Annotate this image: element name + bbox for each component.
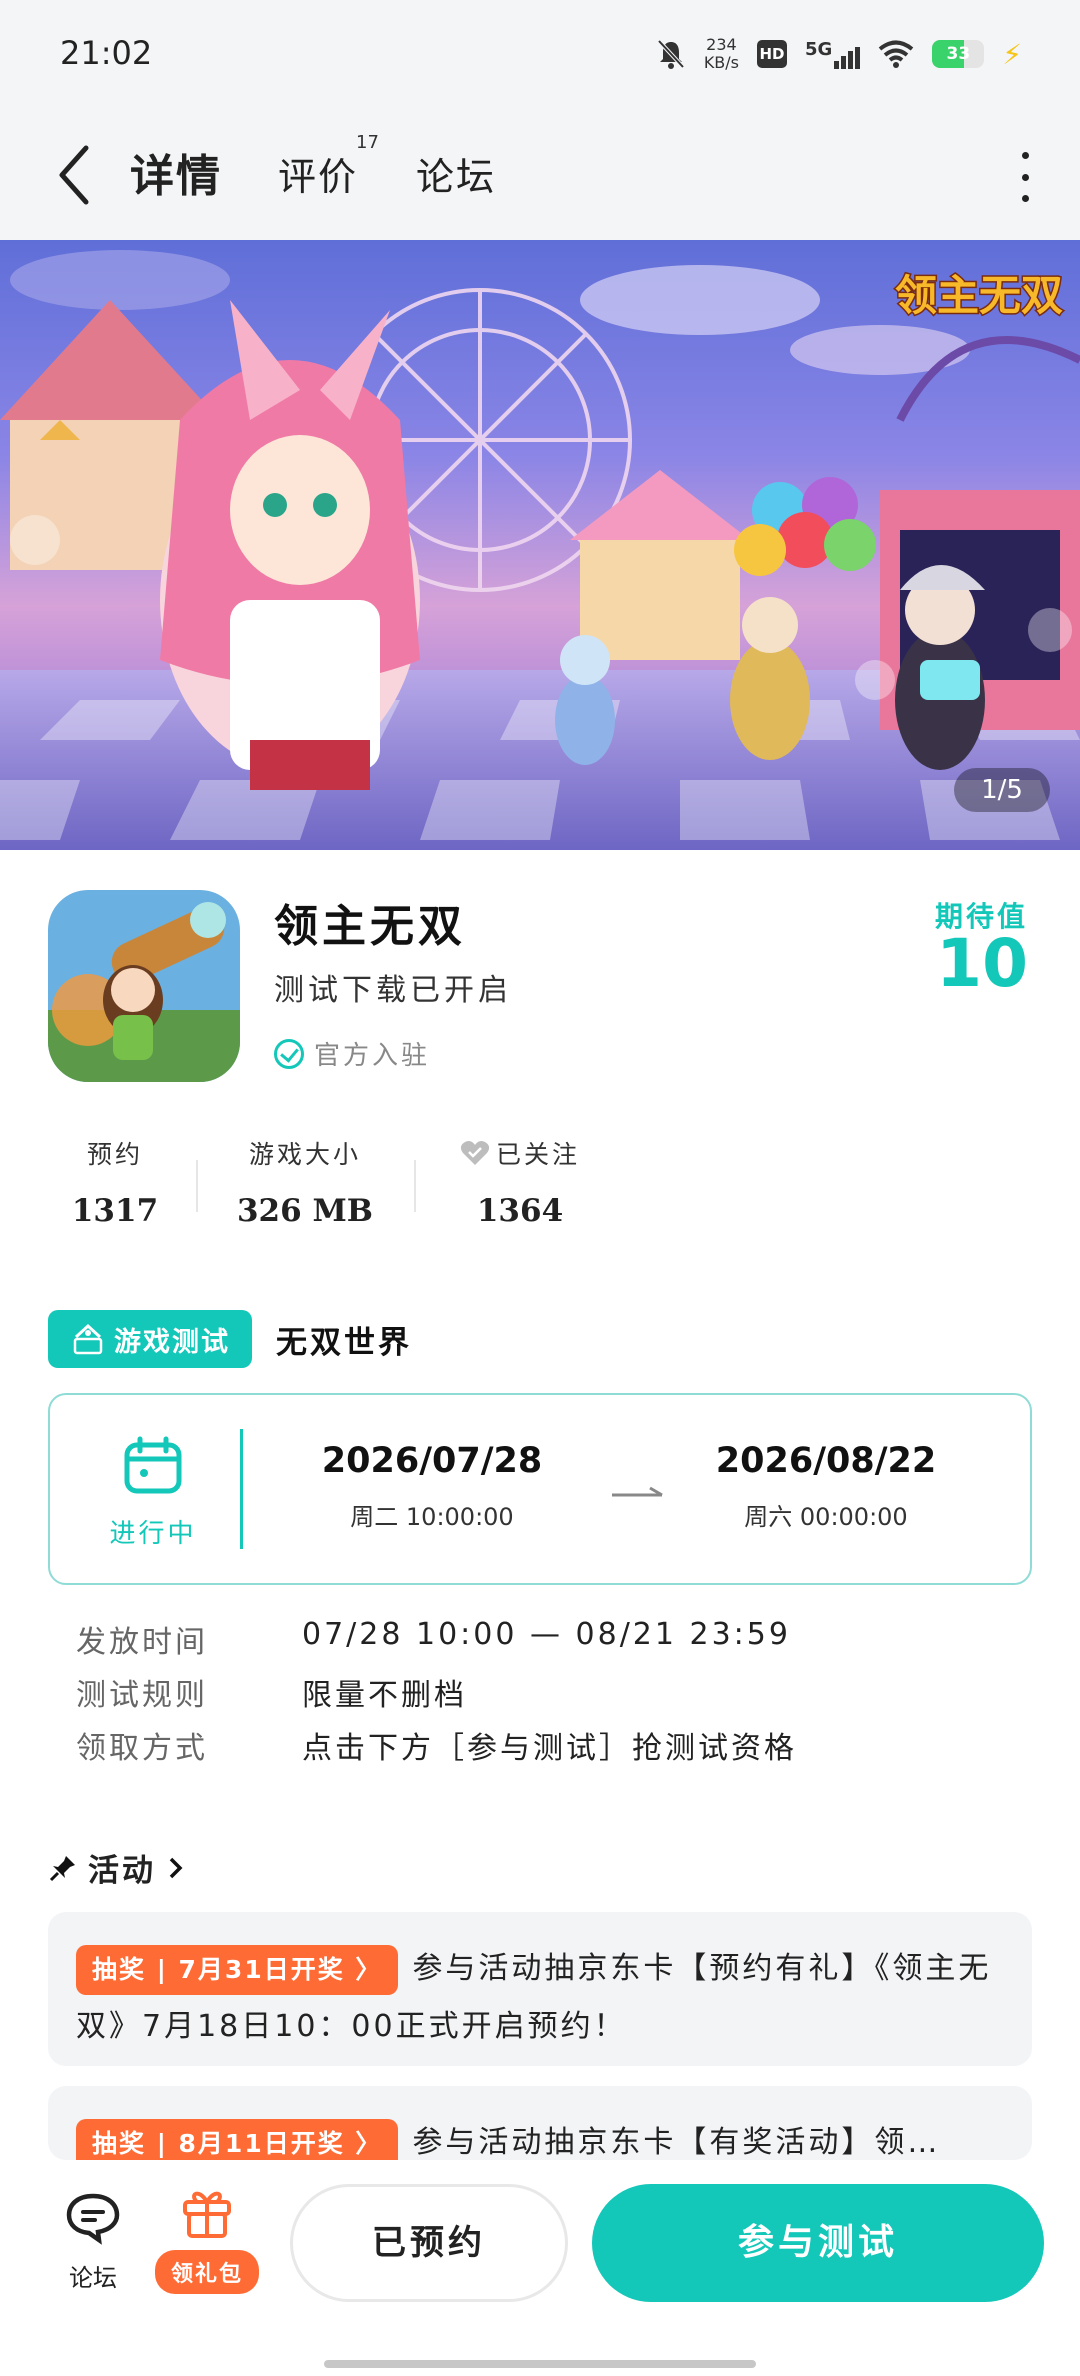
tab-details[interactable]: 详情 bbox=[124, 140, 228, 204]
home-indicator bbox=[324, 2360, 756, 2368]
app-subtitle: 测试下载已开启 bbox=[274, 973, 512, 1008]
date-range-arrow-icon bbox=[612, 1486, 663, 1497]
status-time: 21:02 bbox=[60, 34, 153, 72]
stat-divider bbox=[414, 1160, 416, 1212]
review-count-badge: 17 bbox=[356, 132, 379, 153]
banner-page-counter: 1/5 bbox=[954, 768, 1050, 812]
wifi-icon bbox=[879, 40, 914, 68]
activity-item[interactable]: 抽奖 | 8月11日开奖 〉参与活动抽京东卡【有奖活动】领… bbox=[48, 2086, 1032, 2160]
activity-item[interactable]: 抽奖 | 7月31日开奖 〉参与活动抽京东卡【预约有礼】《领主无双》7月18日1… bbox=[48, 1912, 1032, 2066]
banner-artwork: 领主无双 bbox=[0, 250, 1080, 850]
forum-button[interactable]: 论坛 bbox=[60, 2190, 126, 2293]
lottery-tag: 抽奖 | 8月11日开奖 〉 bbox=[76, 2118, 399, 2160]
chat-bubble-icon bbox=[66, 2193, 120, 2245]
card-divider bbox=[240, 1429, 243, 1549]
banner-logo: 领主无双 bbox=[895, 271, 1063, 320]
heart-icon bbox=[460, 1141, 490, 1165]
battery-icon: 33 bbox=[932, 40, 985, 68]
test-start: 2026/07/28 周二 10:00:00 bbox=[321, 1441, 543, 1531]
more-menu-icon[interactable] bbox=[1010, 152, 1040, 202]
expectation-value: 10 bbox=[936, 925, 1028, 1002]
bottom-action-bar: 论坛 领礼包 已预约 参与测试 bbox=[0, 2160, 1080, 2376]
test-icon bbox=[73, 1323, 103, 1355]
hd-icon: HD bbox=[757, 40, 788, 68]
signal-icon: 5G bbox=[805, 39, 861, 69]
app-icon bbox=[48, 890, 240, 1082]
stat-reservations: 预约 1317 bbox=[71, 1140, 159, 1229]
calendar-icon bbox=[124, 1436, 182, 1494]
status-icons: 234 KB/s HD 5G 33 ⚡ bbox=[656, 36, 1022, 72]
tab-reviews[interactable]: 评价 bbox=[278, 146, 358, 201]
status-bar: 21:02 234 KB/s HD 5G 33 ⚡ bbox=[0, 0, 1080, 110]
test-end: 2026/08/22 周六 00:00:00 bbox=[715, 1441, 937, 1531]
mute-bell-icon bbox=[657, 39, 685, 69]
tab-forum[interactable]: 论坛 bbox=[416, 146, 496, 201]
test-schedule-card: 进行中 2026/07/28 周二 10:00:00 2026/08/22 周六… bbox=[48, 1393, 1032, 1585]
top-nav: 详情 评价 17 论坛 bbox=[0, 110, 1080, 240]
charging-icon: ⚡ bbox=[1002, 37, 1022, 71]
activity-header[interactable]: 活动 bbox=[48, 1845, 186, 1890]
pin-icon bbox=[49, 1855, 75, 1881]
back-arrow-icon[interactable] bbox=[52, 140, 102, 210]
banner-carousel[interactable]: 领主无双 1/5 bbox=[0, 240, 1080, 850]
stat-followers[interactable]: 已关注 1364 bbox=[440, 1135, 600, 1229]
game-icon-art bbox=[48, 890, 240, 1082]
stat-divider bbox=[196, 1160, 198, 1212]
official-badge: 官方入驻 bbox=[274, 1035, 430, 1072]
chevron-right-icon bbox=[169, 1857, 183, 1878]
verified-check-icon bbox=[274, 1038, 304, 1069]
join-test-button[interactable]: 参与测试 bbox=[592, 2184, 1044, 2302]
test-title: 无双世界 bbox=[276, 1325, 412, 1361]
lottery-tag: 抽奖 | 7月31日开奖 〉 bbox=[76, 1944, 399, 1995]
gift-pack-button[interactable]: 领礼包 bbox=[150, 2184, 264, 2294]
game-test-badge: 游戏测试 bbox=[48, 1310, 252, 1368]
app-name: 领主无双 bbox=[274, 901, 466, 952]
stat-size: 游戏大小 326 MB bbox=[236, 1140, 374, 1229]
test-status: 进行中 bbox=[98, 1435, 208, 1550]
reserved-button[interactable]: 已预约 bbox=[290, 2184, 568, 2302]
gift-icon bbox=[183, 2191, 231, 2238]
net-speed: 234 KB/s bbox=[703, 35, 740, 72]
